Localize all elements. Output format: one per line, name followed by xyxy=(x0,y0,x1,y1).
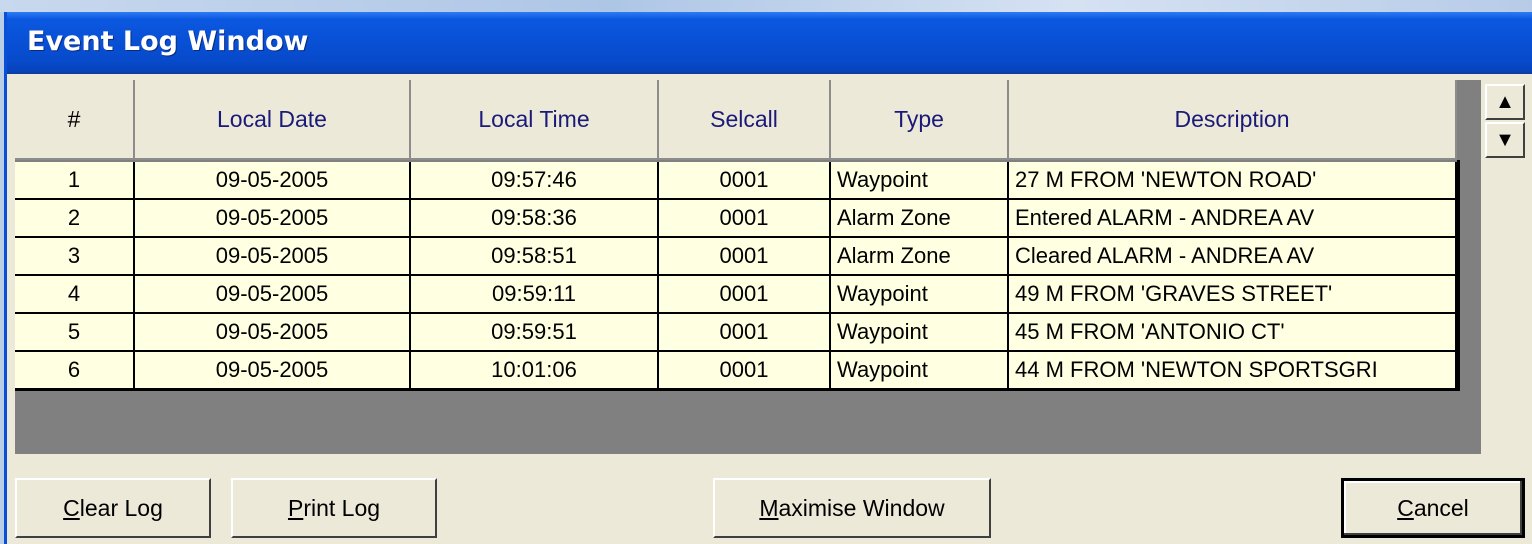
cancel-label: ancel xyxy=(1413,494,1469,521)
cell-number[interactable]: 4 xyxy=(15,276,135,314)
grid-header-row: # Local Date Local Time Selcall Type Des… xyxy=(15,80,1457,160)
cell-selcall[interactable]: 0001 xyxy=(659,238,831,276)
desktop-backdrop xyxy=(0,0,1532,12)
maximise-window-button[interactable]: Maximise Window xyxy=(713,478,991,538)
triangle-down-icon: ▼ xyxy=(1495,128,1515,151)
title-bar[interactable]: Event Log Window xyxy=(7,12,1532,74)
cell-number[interactable]: 2 xyxy=(15,200,135,238)
column-header-type[interactable]: Type xyxy=(831,80,1009,160)
clear-log-label: lear Log xyxy=(79,494,163,521)
maximise-window-label: aximise Window xyxy=(778,494,945,521)
cell-type[interactable]: Alarm Zone xyxy=(831,238,1009,276)
cell-local-time[interactable]: 09:57:46 xyxy=(411,162,659,200)
cell-number[interactable]: 1 xyxy=(15,162,135,200)
cell-type[interactable]: Alarm Zone xyxy=(831,200,1009,238)
cell-type[interactable]: Waypoint xyxy=(831,352,1009,390)
cell-selcall[interactable]: 0001 xyxy=(659,162,831,200)
cell-description[interactable]: Entered ALARM - ANDREA AV xyxy=(1009,200,1457,238)
cell-local-time[interactable]: 09:59:11 xyxy=(411,276,659,314)
cell-description[interactable]: 45 M FROM 'ANTONIO CT' xyxy=(1009,314,1457,352)
cell-local-time[interactable]: 09:58:51 xyxy=(411,238,659,276)
cell-selcall[interactable]: 0001 xyxy=(659,276,831,314)
table-row[interactable]: 5 09-05-2005 09:59:51 0001 Waypoint 45 M… xyxy=(15,314,1457,352)
table-row[interactable]: 6 09-05-2005 10:01:06 0001 Waypoint 44 M… xyxy=(15,352,1457,390)
window-title: Event Log Window xyxy=(27,26,309,57)
cell-local-date[interactable]: 09-05-2005 xyxy=(135,276,411,314)
scroll-up-button[interactable]: ▲ xyxy=(1485,84,1525,120)
cell-selcall[interactable]: 0001 xyxy=(659,200,831,238)
cell-type[interactable]: Waypoint xyxy=(831,314,1009,352)
cell-local-time[interactable]: 09:58:36 xyxy=(411,200,659,238)
event-log-window: Event Log Window # Local Date Local Time… xyxy=(4,12,1532,544)
cell-local-time[interactable]: 10:01:06 xyxy=(411,352,659,390)
column-header-local-date[interactable]: Local Date xyxy=(135,80,411,160)
cancel-button[interactable]: Cancel xyxy=(1341,478,1525,538)
cell-local-time[interactable]: 09:59:51 xyxy=(411,314,659,352)
print-log-button[interactable]: Print Log xyxy=(231,478,437,538)
cell-number[interactable]: 6 xyxy=(15,352,135,390)
print-log-label: rint Log xyxy=(303,494,381,521)
cancel-mnemonic: C xyxy=(1397,494,1414,521)
scroll-down-button[interactable]: ▼ xyxy=(1485,122,1525,158)
triangle-up-icon: ▲ xyxy=(1495,90,1515,113)
cell-description[interactable]: 27 M FROM 'NEWTON ROAD' xyxy=(1009,162,1457,200)
maximise-window-mnemonic: M xyxy=(759,494,779,521)
cell-number[interactable]: 5 xyxy=(15,314,135,352)
cell-number[interactable]: 3 xyxy=(15,238,135,276)
cell-local-date[interactable]: 09-05-2005 xyxy=(135,162,411,200)
cell-type[interactable]: Waypoint xyxy=(831,276,1009,314)
column-header-number[interactable]: # xyxy=(15,80,135,160)
table-row[interactable]: 1 09-05-2005 09:57:46 0001 Waypoint 27 M… xyxy=(15,162,1457,200)
cell-local-date[interactable]: 09-05-2005 xyxy=(135,200,411,238)
table-row[interactable]: 2 09-05-2005 09:58:36 0001 Alarm Zone En… xyxy=(15,200,1457,238)
event-log-grid[interactable]: # Local Date Local Time Selcall Type Des… xyxy=(15,80,1481,454)
cell-local-date[interactable]: 09-05-2005 xyxy=(135,314,411,352)
cell-selcall[interactable]: 0001 xyxy=(659,314,831,352)
cell-local-date[interactable]: 09-05-2005 xyxy=(135,352,411,390)
vertical-scrollbar[interactable]: ▲ ▼ xyxy=(1481,80,1529,162)
column-header-description[interactable]: Description xyxy=(1009,80,1457,160)
column-header-selcall[interactable]: Selcall xyxy=(659,80,831,160)
cell-description[interactable]: Cleared ALARM - ANDREA AV xyxy=(1009,238,1457,276)
table-row[interactable]: 3 09-05-2005 09:58:51 0001 Alarm Zone Cl… xyxy=(15,238,1457,276)
print-log-mnemonic: P xyxy=(287,494,304,521)
clear-log-mnemonic: C xyxy=(63,494,80,521)
column-header-local-time[interactable]: Local Time xyxy=(411,80,659,160)
cell-description[interactable]: 44 M FROM 'NEWTON SPORTSGRI xyxy=(1009,352,1457,390)
cell-selcall[interactable]: 0001 xyxy=(659,352,831,390)
cell-type[interactable]: Waypoint xyxy=(831,162,1009,200)
table-row[interactable]: 4 09-05-2005 09:59:11 0001 Waypoint 49 M… xyxy=(15,276,1457,314)
cell-description[interactable]: 49 M FROM 'GRAVES STREET' xyxy=(1009,276,1457,314)
clear-log-button[interactable]: Clear Log xyxy=(15,478,211,538)
cell-local-date[interactable]: 09-05-2005 xyxy=(135,238,411,276)
